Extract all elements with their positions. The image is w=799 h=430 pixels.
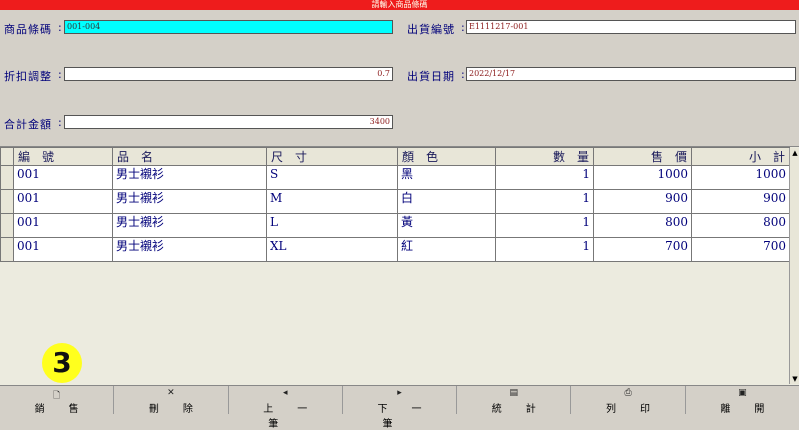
chart-icon: ▤ <box>509 388 519 398</box>
sale-form: 商品條碼 : 001-004 出貨編號 : E1111217-001 折扣調整 … <box>0 10 799 144</box>
cell-subtotal[interactable]: 1000 <box>691 165 790 190</box>
ship-date-input[interactable]: 2022/12/17 <box>466 67 796 81</box>
next-record-button[interactable]: ▸ 下一筆 <box>343 386 458 430</box>
cell-size[interactable]: XL <box>266 237 398 262</box>
bottom-toolbar: 🗋 銷售 ✕ 刪除 ◂ 上一筆 ▸ 下一筆 ▤ 統計 ⎙ 列印 ▣ 離開 <box>0 385 799 430</box>
cell-name[interactable]: 男士襯衫 <box>112 237 267 262</box>
cell-price[interactable]: 1000 <box>593 165 692 190</box>
cell-size[interactable]: L <box>266 213 398 238</box>
cell-name[interactable]: 男士襯衫 <box>112 189 267 214</box>
colon: : <box>58 68 63 81</box>
cell-code[interactable]: 001 <box>13 165 113 190</box>
scroll-up-icon[interactable]: ▲ <box>790 148 799 158</box>
statistics-button[interactable]: ▤ 統計 <box>457 386 572 415</box>
total-label: 合計金額 <box>4 118 52 131</box>
cell-quantity[interactable]: 1 <box>495 165 594 190</box>
cell-color[interactable]: 紅 <box>397 237 496 262</box>
column-header-color[interactable]: 顏 色 <box>397 147 496 166</box>
cell-color[interactable]: 黑 <box>397 165 496 190</box>
cell-code[interactable]: 001 <box>13 237 113 262</box>
discount-input[interactable]: 0.7 <box>64 67 393 81</box>
ship-date-label: 出貨日期 <box>407 70 455 83</box>
column-header-size[interactable]: 尺 寸 <box>266 147 398 166</box>
arrow-left-icon: ◂ <box>282 388 288 398</box>
sell-button[interactable]: 🗋 銷售 <box>0 386 115 415</box>
table-row[interactable]: 001 男士襯衫 M 白 1 900 900 <box>0 189 790 214</box>
cell-code[interactable]: 001 <box>13 189 113 214</box>
column-header-quantity[interactable]: 數 量 <box>495 147 594 166</box>
cell-quantity[interactable]: 1 <box>495 237 594 262</box>
cell-subtotal[interactable]: 900 <box>691 189 790 214</box>
colon: : <box>58 21 63 34</box>
column-header-code[interactable]: 編 號 <box>13 147 113 166</box>
order-no-label: 出貨編號 <box>407 23 455 36</box>
row-selector[interactable] <box>0 213 14 238</box>
column-header-name[interactable]: 品 名 <box>112 147 267 166</box>
discount-label: 折扣調整 <box>4 70 52 83</box>
cell-price[interactable]: 800 <box>593 213 692 238</box>
status-banner: 請輸入商品條碼 <box>0 0 799 10</box>
cell-name[interactable]: 男士襯衫 <box>112 213 267 238</box>
row-selector[interactable] <box>0 189 14 214</box>
save-icon: ▣ <box>738 388 747 398</box>
cell-quantity[interactable]: 1 <box>495 189 594 214</box>
scroll-down-icon[interactable]: ▼ <box>790 374 799 384</box>
arrow-right-icon: ▸ <box>397 388 402 398</box>
colon: : <box>58 116 63 129</box>
printer-icon: ⎙ <box>624 388 632 398</box>
cell-size[interactable]: S <box>266 165 398 190</box>
table-row[interactable]: 001 男士襯衫 L 黃 1 800 800 <box>0 213 790 238</box>
row-selector[interactable] <box>0 165 14 190</box>
cell-price[interactable]: 700 <box>593 237 692 262</box>
items-grid: 編 號 品 名 尺 寸 顏 色 數 量 售 價 小 計 001 男士襯衫 S 黑… <box>0 146 799 385</box>
cell-subtotal[interactable]: 700 <box>691 237 790 262</box>
previous-record-label: 上一筆 <box>263 404 332 430</box>
colon: : <box>461 21 466 34</box>
barcode-input[interactable]: 001-004 <box>64 20 393 34</box>
cell-name[interactable]: 男士襯衫 <box>112 165 267 190</box>
cell-quantity[interactable]: 1 <box>495 213 594 238</box>
table-row[interactable]: 001 男士襯衫 S 黑 1 1000 1000 <box>0 165 790 190</box>
vertical-scrollbar[interactable]: ▲ ▼ <box>789 148 799 384</box>
cell-color[interactable]: 黃 <box>397 213 496 238</box>
table-row[interactable]: 001 男士襯衫 XL 紅 1 700 700 <box>0 237 790 262</box>
next-record-label: 下一筆 <box>377 404 446 430</box>
colon: : <box>461 68 466 81</box>
cell-color[interactable]: 白 <box>397 189 496 214</box>
exit-button[interactable]: ▣ 離開 <box>686 386 799 415</box>
delete-button[interactable]: ✕ 刪除 <box>114 386 229 415</box>
cell-price[interactable]: 900 <box>593 189 692 214</box>
order-no-input[interactable]: E1111217-001 <box>466 20 796 34</box>
row-selector[interactable] <box>0 237 14 262</box>
delete-x-icon: ✕ <box>167 388 175 398</box>
cell-size[interactable]: M <box>266 189 398 214</box>
previous-record-button[interactable]: ◂ 上一筆 <box>229 386 343 430</box>
barcode-label: 商品條碼 <box>4 23 52 36</box>
row-header-corner <box>0 147 14 166</box>
column-header-price[interactable]: 售 價 <box>593 147 692 166</box>
total-input[interactable]: 3400 <box>64 115 393 129</box>
cell-code[interactable]: 001 <box>13 213 113 238</box>
items-table: 編 號 品 名 尺 寸 顏 色 數 量 售 價 小 計 001 男士襯衫 S 黑… <box>0 147 790 262</box>
column-header-subtotal[interactable]: 小 計 <box>691 147 790 166</box>
print-button[interactable]: ⎙ 列印 <box>571 386 686 415</box>
step-number-badge: 3 <box>42 343 82 383</box>
cell-subtotal[interactable]: 800 <box>691 213 790 238</box>
